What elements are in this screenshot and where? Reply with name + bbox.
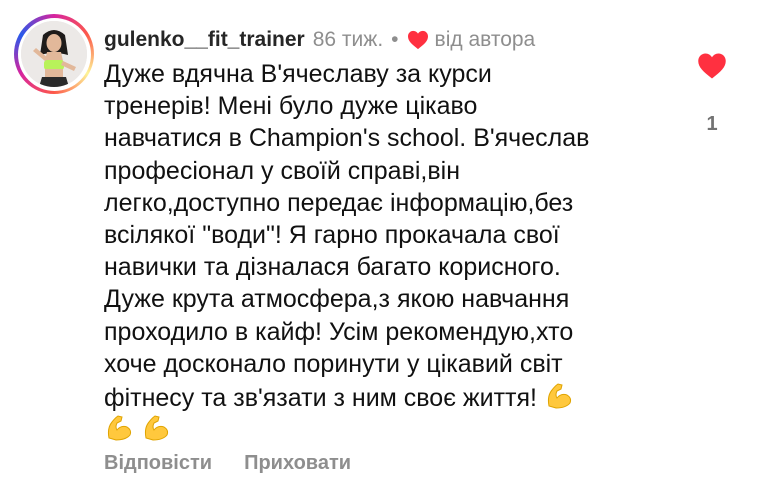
flexed-biceps-icon <box>544 380 574 418</box>
reply-button[interactable]: Відповісти <box>104 452 212 475</box>
avatar-photo <box>21 21 87 87</box>
author-like-badge: від автора <box>407 26 536 54</box>
flexed-biceps-icon <box>104 412 134 450</box>
comment-meta: gulenko__fit_trainer 86 тиж. • від автор… <box>104 26 664 54</box>
comment-line: тренерів! Мені було дуже цікаво <box>104 92 478 121</box>
comment-line: професіонал у своїй справі,він <box>104 156 460 185</box>
avatar-ring-gap <box>17 17 91 91</box>
comment-line: проходило в кайф! Усім рекомендую,хто <box>104 317 574 346</box>
comment-line: Дуже крута атмосфера,з якою навчання <box>104 285 570 314</box>
like-area: 1 <box>690 52 734 136</box>
comment-line: фітнесу та зв'язати з ним своє життя! <box>104 383 537 412</box>
comment-time: 86 тиж. <box>312 28 384 51</box>
comment-line: легко,доступно передає інформацію,без <box>104 188 574 217</box>
comment-content: gulenko__fit_trainer 86 тиж. • від автор… <box>104 26 664 444</box>
flexed-biceps-icon <box>141 412 171 450</box>
author-heart-icon <box>407 30 428 50</box>
comment-line: хоче досконало поринути у цікавий світ <box>104 349 563 378</box>
avatar[interactable] <box>21 21 87 87</box>
comment-username[interactable]: gulenko__fit_trainer <box>104 26 305 54</box>
like-button[interactable] <box>697 52 727 85</box>
like-count[interactable]: 1 <box>706 113 717 136</box>
hide-button[interactable]: Приховати <box>244 452 351 475</box>
comment-actions: Відповісти Приховати <box>104 452 351 475</box>
comment-line: навички та дізналася багато корисного. <box>104 253 561 282</box>
comment-text: Дуже вдячна В'ячеславу за курси тренерів… <box>104 58 664 444</box>
comment-line: навчатися в Champion's school. В'ячеслав <box>104 124 590 153</box>
heart-icon <box>698 53 726 79</box>
author-badge-label: від автора <box>434 28 536 51</box>
meta-separator: • <box>391 28 399 51</box>
comment-line: Дуже вдячна В'ячеславу за курси <box>104 60 492 88</box>
comment-emoji-line <box>104 412 664 444</box>
comment-line-last: фітнесу та зв'язати з ним своє життя! <box>104 380 664 412</box>
avatar-story-ring[interactable] <box>14 14 94 94</box>
comment-line: всілякої "води"! Я гарно прокачала свої <box>104 220 560 249</box>
